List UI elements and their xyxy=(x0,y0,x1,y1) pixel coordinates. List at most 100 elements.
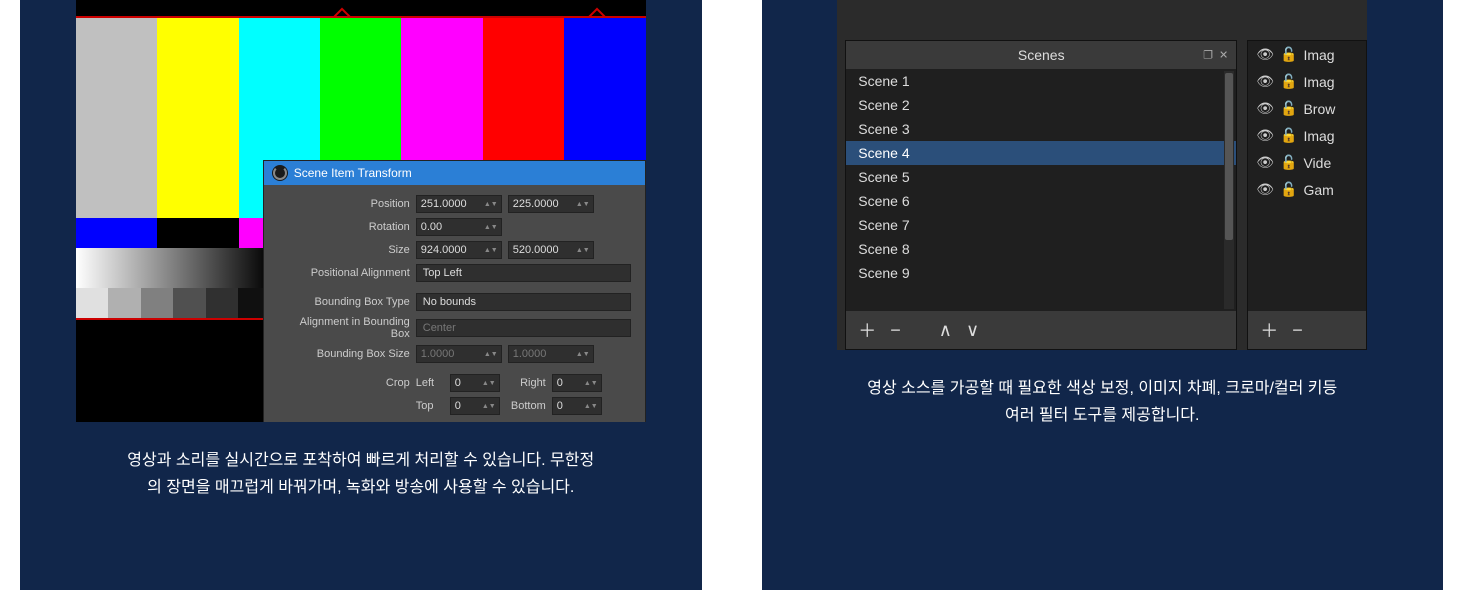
spinner-icon[interactable]: ▲▼ xyxy=(485,219,497,235)
label-align-in-bbox: Alignment in Bounding Box xyxy=(278,316,410,340)
visibility-icon[interactable]: 👁 xyxy=(1256,46,1274,63)
scene-list-item[interactable]: Scene 4 xyxy=(846,141,1236,165)
spinner-icon[interactable]: ▲▼ xyxy=(585,375,597,391)
visibility-icon[interactable]: 👁 xyxy=(1256,181,1274,198)
feature-card-right: Scenes ❐ ✕ Scene 1Scene 2Scene 3Scene 4S… xyxy=(762,0,1444,590)
source-list-item[interactable]: 👁 🔓 Gam xyxy=(1248,176,1366,203)
move-down-button[interactable]: ∨ xyxy=(966,320,979,341)
label-crop: Crop xyxy=(278,377,410,389)
dialog-title-text: Scene Item Transform xyxy=(294,166,412,180)
move-up-button[interactable]: ∧ xyxy=(939,320,952,341)
sources-list: 👁 🔓 Imag 👁 🔓 Imag 👁 🔓 Brow 👁 🔓 Imag 👁 🔓 Vide 👁 🔓 Gam xyxy=(1248,41,1366,311)
scene-list-item[interactable]: Scene 1 xyxy=(846,69,1236,93)
visibility-icon[interactable]: 👁 xyxy=(1256,73,1274,90)
size-w-input[interactable]: 924.0000▲▼ xyxy=(416,241,502,259)
right-caption: 영상 소스를 가공할 때 필요한 색상 보정, 이미지 차폐, 크로마/컬러 키… xyxy=(822,350,1382,429)
gradient-strip xyxy=(76,248,271,288)
label-position: Position xyxy=(278,198,410,210)
position-x-input[interactable]: 251.0000▲▼ xyxy=(416,195,502,213)
dialog-titlebar[interactable]: Scene Item Transform xyxy=(264,161,645,185)
sources-panel: 👁 🔓 Imag 👁 🔓 Imag 👁 🔓 Brow 👁 🔓 Imag 👁 🔓 Vide 👁 🔓 Gam ＋ − xyxy=(1247,40,1367,350)
remove-scene-button[interactable]: − xyxy=(890,320,901,341)
scrollbar[interactable] xyxy=(1224,71,1234,309)
obs-logo-icon xyxy=(272,165,288,181)
scene-list-item[interactable]: Scene 9 xyxy=(846,261,1236,285)
label-crop-top: Top xyxy=(416,400,444,412)
scene-list-item[interactable]: Scene 3 xyxy=(846,117,1236,141)
label-bbox-type: Bounding Box Type xyxy=(278,296,410,308)
spinner-icon[interactable]: ▲▼ xyxy=(483,398,495,414)
bbox-w-input: 1.0000▲▼ xyxy=(416,345,502,363)
add-source-button[interactable]: ＋ xyxy=(1260,317,1278,343)
scrollbar-thumb[interactable] xyxy=(1225,73,1233,240)
source-list-item[interactable]: 👁 🔓 Imag xyxy=(1248,122,1366,149)
position-y-input[interactable]: 225.0000▲▼ xyxy=(508,195,594,213)
spinner-icon[interactable]: ▲▼ xyxy=(577,196,589,212)
bounding-box-type-select[interactable]: No bounds xyxy=(416,293,631,311)
lock-icon[interactable]: 🔓 xyxy=(1280,181,1297,198)
label-size: Size xyxy=(278,244,410,256)
scene-list-item[interactable]: Scene 5 xyxy=(846,165,1236,189)
crop-top-input[interactable]: 0▲▼ xyxy=(450,397,500,415)
source-name: Brow xyxy=(1303,101,1335,117)
label-crop-right: Right xyxy=(506,377,546,389)
lock-icon[interactable]: 🔓 xyxy=(1280,73,1297,90)
source-name: Imag xyxy=(1303,47,1334,63)
scenes-toolbar: ＋ − ∧ ∨ xyxy=(846,311,1236,349)
spinner-icon[interactable]: ▲▼ xyxy=(485,196,497,212)
visibility-icon[interactable]: 👁 xyxy=(1256,127,1274,144)
right-screenshot: Scenes ❐ ✕ Scene 1Scene 2Scene 3Scene 4S… xyxy=(837,0,1367,350)
scene-list-item[interactable]: Scene 8 xyxy=(846,237,1236,261)
left-screenshot: Scene Item Transform Position 251.0000▲▼… xyxy=(76,0,646,422)
spinner-icon[interactable]: ▲▼ xyxy=(483,375,495,391)
label-bbox-size: Bounding Box Size xyxy=(278,348,410,360)
grayscale-steps xyxy=(76,288,271,318)
bbox-h-input: 1.0000▲▼ xyxy=(508,345,594,363)
label-crop-left: Left xyxy=(416,377,444,389)
crop-right-input[interactable]: 0▲▼ xyxy=(552,374,602,392)
rotation-input[interactable]: 0.00▲▼ xyxy=(416,218,502,236)
crop-bottom-input[interactable]: 0▲▼ xyxy=(552,397,602,415)
source-list-item[interactable]: 👁 🔓 Vide xyxy=(1248,149,1366,176)
spinner-icon: ▲▼ xyxy=(577,346,589,362)
spinner-icon[interactable]: ▲▼ xyxy=(485,242,497,258)
scenes-list: Scene 1Scene 2Scene 3Scene 4Scene 5Scene… xyxy=(846,69,1236,311)
source-name: Vide xyxy=(1303,155,1331,171)
scene-list-item[interactable]: Scene 6 xyxy=(846,189,1236,213)
source-list-item[interactable]: 👁 🔓 Brow xyxy=(1248,95,1366,122)
positional-alignment-select[interactable]: Top Left xyxy=(416,264,631,282)
label-crop-bottom: Bottom xyxy=(506,400,546,412)
close-icon[interactable]: ✕ xyxy=(1219,49,1228,62)
scenes-title: Scenes xyxy=(1018,47,1065,63)
visibility-icon[interactable]: 👁 xyxy=(1256,100,1274,117)
source-list-item[interactable]: 👁 🔓 Imag xyxy=(1248,41,1366,68)
spinner-icon[interactable]: ▲▼ xyxy=(585,398,597,414)
source-list-item[interactable]: 👁 🔓 Imag xyxy=(1248,68,1366,95)
scene-list-item[interactable]: Scene 2 xyxy=(846,93,1236,117)
label-pos-align: Positional Alignment xyxy=(278,267,410,279)
spinner-icon: ▲▼ xyxy=(485,346,497,362)
visibility-icon[interactable]: 👁 xyxy=(1256,154,1274,171)
left-caption: 영상과 소리를 실시간으로 포착하여 빠르게 처리할 수 있습니다. 무한정의 … xyxy=(81,422,641,501)
lock-icon[interactable]: 🔓 xyxy=(1280,154,1297,171)
crop-left-input[interactable]: 0▲▼ xyxy=(450,374,500,392)
label-rotation: Rotation xyxy=(278,221,410,233)
source-name: Imag xyxy=(1303,74,1334,90)
remove-source-button[interactable]: − xyxy=(1292,320,1303,341)
alignment-in-bbox-select: Center xyxy=(416,319,631,337)
size-h-input[interactable]: 520.0000▲▼ xyxy=(508,241,594,259)
feature-card-left: Scene Item Transform Position 251.0000▲▼… xyxy=(20,0,702,590)
add-scene-button[interactable]: ＋ xyxy=(858,317,876,343)
lock-icon[interactable]: 🔓 xyxy=(1280,100,1297,117)
lock-icon[interactable]: 🔓 xyxy=(1280,46,1297,63)
source-name: Gam xyxy=(1303,182,1333,198)
spinner-icon[interactable]: ▲▼ xyxy=(577,242,589,258)
scene-item-transform-dialog: Scene Item Transform Position 251.0000▲▼… xyxy=(263,160,646,422)
scenes-panel-header: Scenes ❐ ✕ xyxy=(846,41,1236,69)
lock-icon[interactable]: 🔓 xyxy=(1280,127,1297,144)
detach-icon[interactable]: ❐ xyxy=(1203,49,1213,62)
source-name: Imag xyxy=(1303,128,1334,144)
scene-list-item[interactable]: Scene 7 xyxy=(846,213,1236,237)
sources-toolbar: ＋ − xyxy=(1248,311,1366,349)
scenes-panel: Scenes ❐ ✕ Scene 1Scene 2Scene 3Scene 4S… xyxy=(845,40,1237,350)
